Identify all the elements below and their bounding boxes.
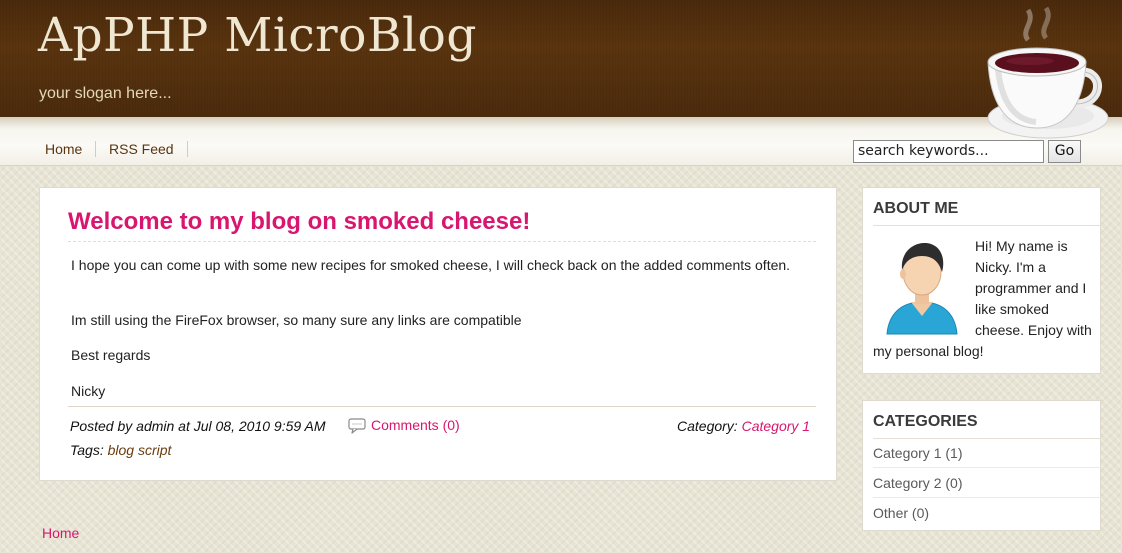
nav-item-rss-feed[interactable]: RSS Feed xyxy=(109,141,174,157)
category-item-1[interactable]: Category 1 (1) xyxy=(873,445,962,461)
comment-icon xyxy=(348,418,366,437)
user-avatar-icon xyxy=(873,236,971,336)
category-divider xyxy=(873,497,1101,498)
post-meta-posted-by: Posted by admin at Jul 08, 2010 9:59 AM xyxy=(70,418,326,434)
post-paragraph: Im still using the FireFox browser, so m… xyxy=(71,312,522,328)
footer-home-link[interactable]: Home xyxy=(42,525,79,541)
widget-divider xyxy=(873,438,1101,439)
category-item-2[interactable]: Category 2 (0) xyxy=(873,475,962,491)
tags-link[interactable]: blog script xyxy=(108,442,172,458)
category-divider xyxy=(873,467,1101,468)
post-paragraph: Best regards xyxy=(71,347,151,363)
nav-separator xyxy=(187,141,188,157)
categories-title: CATEGORIES xyxy=(873,413,978,430)
title-divider xyxy=(68,241,816,242)
meta-divider xyxy=(68,406,816,407)
site-title[interactable]: ApPHP MicroBlog xyxy=(38,8,477,63)
comments-link[interactable]: Comments (0) xyxy=(348,417,460,434)
widget-divider xyxy=(873,225,1101,226)
coffee-cup-logo xyxy=(958,0,1118,160)
site-slogan: your slogan here... xyxy=(39,85,172,102)
tags-label: Tags: xyxy=(70,442,104,458)
category-label: Category: xyxy=(677,418,738,434)
nav-separator xyxy=(95,141,96,157)
post-title[interactable]: Welcome to my blog on smoked cheese! xyxy=(68,208,530,236)
comments-label[interactable]: Comments (0) xyxy=(371,417,460,433)
post-paragraph: I hope you can come up with some new rec… xyxy=(71,257,791,273)
about-me-title: ABOUT ME xyxy=(873,200,959,217)
blog-post: Welcome to my blog on smoked cheese! I h… xyxy=(39,187,837,481)
about-me-widget: ABOUT ME Hi! My name is Nicky. I'm a pro… xyxy=(862,187,1101,374)
categories-widget: CATEGORIES Category 1 (1) Category 2 (0)… xyxy=(862,400,1101,531)
post-tags: Tags: blog script xyxy=(70,442,171,458)
nav-item-home[interactable]: Home xyxy=(45,141,82,157)
post-category: Category: Category 1 xyxy=(677,418,810,434)
about-me-content: Hi! My name is Nicky. I'm a programmer a… xyxy=(873,236,1095,362)
site-header: ApPHP MicroBlog your slogan here... xyxy=(0,0,1122,117)
category-item-other[interactable]: Other (0) xyxy=(873,505,929,521)
category-link[interactable]: Category 1 xyxy=(742,418,810,434)
post-paragraph: Nicky xyxy=(71,383,106,399)
